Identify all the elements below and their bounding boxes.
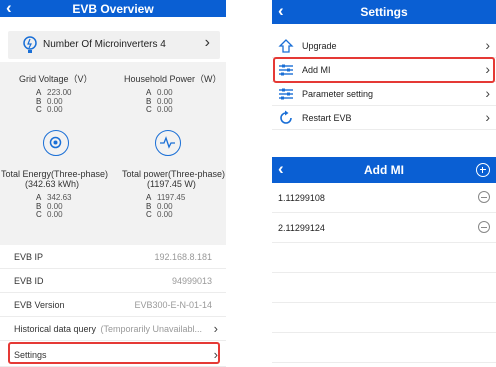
phase-row: C 0.00 [146,210,173,219]
microinverters-row[interactable]: Number Of Microinverters 4 › [8,31,220,59]
mi-serial: 1.11299108 [278,193,325,203]
microinverters-count: Number Of Microinverters 4 [43,39,166,50]
total-energy-label: Total Energy(Three-phase) [1,169,109,179]
evb-overview-screen: ‹ EVB Overview Number Of Microinverters … [0,0,226,367]
chevron-right-icon: › [485,37,490,53]
settings-highlight [8,342,220,364]
evb-version-label: EVB Version [14,300,65,310]
restart-icon [280,110,292,124]
mi-serial: 2.11299124 [278,223,325,233]
evb-id-label: EVB ID [14,276,44,286]
add-mi-highlight [273,57,495,83]
settings-header: ‹ Settings [272,0,496,24]
remove-circle-icon[interactable] [478,191,490,203]
household-power-values: A 0.00 B 0.00 C 0.00 [146,88,173,115]
chevron-right-icon: › [213,321,218,336]
empty-row [272,273,496,303]
total-energy-values: A 342.63 B 0.00 C 0.00 [36,193,71,220]
total-power-label: Total power(Three-phase) [122,169,226,179]
grid-voltage-values: A 223.00 B 0.00 C 0.00 [36,88,71,115]
empty-row [272,303,496,333]
add-mi-title: Add MI [364,163,404,177]
grid-voltage-label: Grid Voltage（V） [19,74,93,84]
total-energy-value: (342.63 kWh) [25,179,80,189]
power-pulse-icon [155,130,181,156]
page-title: EVB Overview [72,1,154,16]
energy-icon [43,130,69,156]
add-mi-header: ‹ Add MI [272,157,496,183]
historical-data-row[interactable]: Historical data query (Temporarily Unava… [0,317,226,341]
historical-data-label: Historical data query [14,324,97,334]
evb-id-value: 94999013 [171,276,212,286]
chevron-right-icon: › [485,85,490,101]
restart-evb-label: Restart EVB [302,113,352,123]
upgrade-icon [278,39,294,53]
evb-version-row: EVB Version EVB300-E-N-01-14 [0,293,226,317]
empty-row [272,243,496,273]
parameter-setting-label: Parameter setting [302,89,374,99]
evb-id-row: EVB ID 94999013 [0,269,226,293]
chevron-right-icon: › [485,109,490,125]
total-power-value: (1197.45 W) [147,179,196,189]
historical-data-status: (Temporarily Unavailabl... [100,324,202,334]
add-circle-icon[interactable] [476,163,490,177]
mi-list-item: 2.11299124 [272,213,496,243]
evb-version-value: EVB300-E-N-01-14 [134,300,212,310]
parameter-setting-row[interactable]: Parameter setting › [272,82,496,106]
evb-ip-label: EVB IP [14,252,44,262]
upgrade-row[interactable]: Upgrade › [272,34,496,58]
empty-row [272,333,496,363]
total-power-values: A 1197.45 B 0.00 C 0.00 [146,193,185,220]
microinverter-icon [23,36,37,53]
upgrade-label: Upgrade [302,41,337,51]
remove-circle-icon[interactable] [478,221,490,233]
evb-ip-row: EVB IP 192.168.8.181 [0,245,226,269]
evb-ip-value: 192.168.8.181 [154,252,212,262]
add-mi-screen: ‹ Add MI 1.11299108 2.11299124 [272,157,496,367]
sliders-icon [279,88,293,100]
restart-evb-row[interactable]: Restart EVB › [272,106,496,130]
phase-row: C 0.00 [146,105,173,114]
overview-header: ‹ EVB Overview [0,0,226,17]
settings-title: Settings [360,5,408,19]
mi-list-item: 1.11299108 [272,183,496,213]
phase-row: C 0.00 [36,210,63,219]
phase-row: C 0.00 [36,105,63,114]
settings-screen: ‹ Settings Upgrade › Add MI › Parameter … [272,0,496,155]
chevron-right-icon: › [204,34,210,51]
household-power-label: Household Power（W） [124,74,222,84]
